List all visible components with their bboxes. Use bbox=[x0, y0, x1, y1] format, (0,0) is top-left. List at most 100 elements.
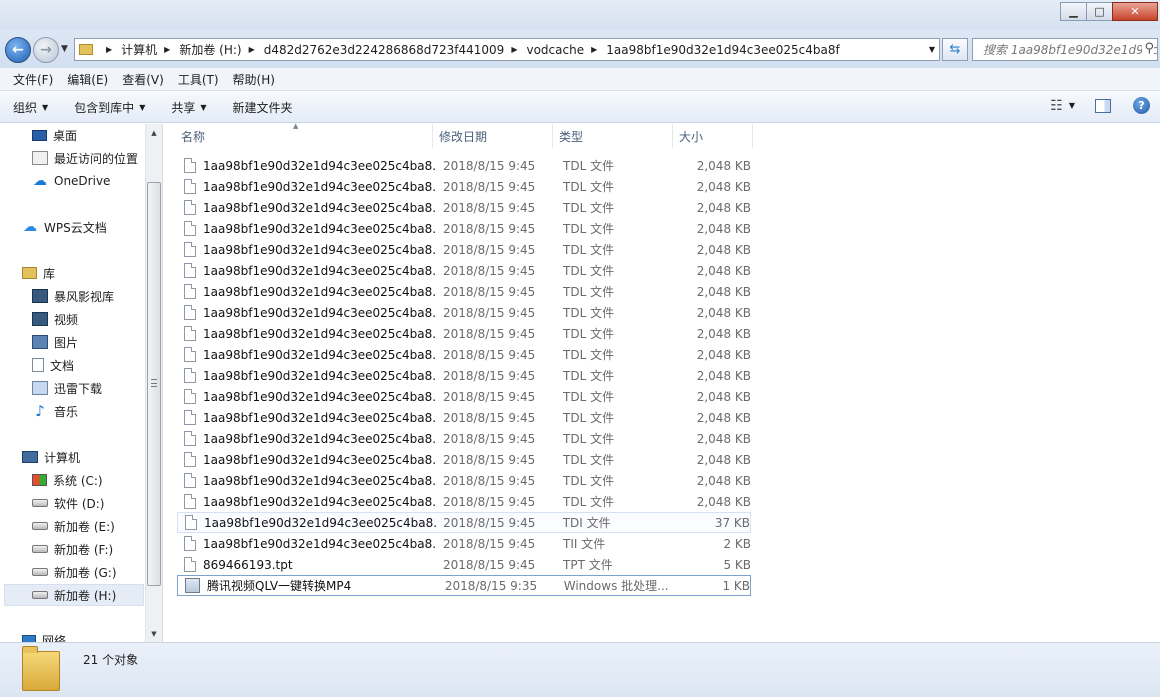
drive-icon bbox=[32, 568, 48, 576]
breadcrumb-folder-hash[interactable]: d482d2762e3d224286868d723f441009 bbox=[264, 43, 505, 57]
file-type: TII 文件 bbox=[563, 537, 606, 551]
forward-button[interactable]: → bbox=[33, 37, 59, 63]
nav-xunlei[interactable]: 迅雷下载 bbox=[32, 377, 102, 399]
file-row[interactable]: 1aa98bf1e90d32e1d94c3ee025c4ba8... 2018/8… bbox=[177, 365, 751, 386]
breadcrumb-chevron-icon[interactable]: ▶ bbox=[106, 45, 112, 54]
nav-drive-h[interactable]: 新加卷 (H:) bbox=[4, 584, 144, 606]
scroll-down-icon[interactable]: ▼ bbox=[146, 625, 162, 642]
nav-drive-d[interactable]: 软件 (D:) bbox=[32, 492, 104, 514]
file-type: TDL 文件 bbox=[563, 306, 615, 320]
file-date: 2018/8/15 9:45 bbox=[443, 452, 536, 467]
view-options-icon[interactable]: ☷ bbox=[1050, 98, 1063, 114]
file-row[interactable]: 1aa98bf1e90d32e1d94c3ee025c4ba8... 2018/8… bbox=[177, 344, 751, 365]
breadcrumb-chevron-icon[interactable]: ▶ bbox=[511, 45, 517, 54]
column-header-size[interactable]: 大小 bbox=[673, 124, 753, 148]
file-type: TDL 文件 bbox=[563, 474, 615, 488]
file-row[interactable]: 869466193.tpt 2018/8/15 9:45 TPT 文件 5 KB bbox=[177, 554, 751, 575]
scroll-up-icon[interactable]: ▲ bbox=[146, 124, 162, 141]
scrollbar-thumb[interactable] bbox=[147, 182, 161, 586]
file-row[interactable]: 1aa98bf1e90d32e1d94c3ee025c4ba8... 2018/8… bbox=[177, 176, 751, 197]
refresh-button[interactable]: ⇆ bbox=[942, 38, 968, 61]
file-row[interactable]: 1aa98bf1e90d32e1d94c3ee025c4ba8... 2018/8… bbox=[177, 512, 751, 533]
nav-drive-g[interactable]: 新加卷 (G:) bbox=[32, 561, 117, 583]
file-row[interactable]: 1aa98bf1e90d32e1d94c3ee025c4ba8... 2018/8… bbox=[177, 281, 751, 302]
menu-view[interactable]: 查看(V) bbox=[115, 71, 171, 88]
breadcrumb-chevron-icon[interactable]: ▶ bbox=[591, 45, 597, 54]
include-in-library-button[interactable]: 包含到库中 ▼ bbox=[74, 99, 145, 116]
file-date: 2018/8/15 9:45 bbox=[443, 536, 536, 551]
nav-onedrive[interactable]: ☁ OneDrive bbox=[32, 170, 110, 192]
address-dropdown-icon[interactable]: ▼ bbox=[929, 45, 935, 54]
column-header-type[interactable]: 类型 bbox=[553, 124, 673, 148]
view-dropdown-icon[interactable]: ▼ bbox=[1069, 101, 1075, 110]
file-row[interactable]: 1aa98bf1e90d32e1d94c3ee025c4ba8... 2018/8… bbox=[177, 197, 751, 218]
nav-videos[interactable]: 视频 bbox=[32, 308, 78, 330]
menu-edit[interactable]: 编辑(E) bbox=[60, 71, 115, 88]
file-row[interactable]: 1aa98bf1e90d32e1d94c3ee025c4ba8... 2018/8… bbox=[177, 428, 751, 449]
address-bar[interactable]: ▶ 计算机 ▶ 新加卷 (H:) ▶ d482d2762e3d224286868d72… bbox=[74, 38, 940, 61]
breadcrumb-vodcache[interactable]: vodcache bbox=[526, 43, 584, 57]
file-row[interactable]: 1aa98bf1e90d32e1d94c3ee025c4ba8... 2018/8… bbox=[177, 491, 751, 512]
nav-wps-cloud[interactable]: ☁ WPS云文档 bbox=[22, 216, 107, 238]
file-icon bbox=[184, 536, 196, 551]
navigation-scrollbar[interactable]: ▲ ▼ bbox=[145, 124, 162, 642]
file-row[interactable]: 1aa98bf1e90d32e1d94c3ee025c4ba8... 2018/8… bbox=[177, 260, 751, 281]
preview-pane-icon[interactable] bbox=[1095, 98, 1111, 113]
menu-file[interactable]: 文件(F) bbox=[6, 71, 60, 88]
nav-pictures[interactable]: 图片 bbox=[32, 331, 78, 353]
nav-recent-places[interactable]: 最近访问的位置 bbox=[32, 147, 138, 169]
file-size: 2,048 KB bbox=[696, 242, 751, 257]
breadcrumb-current-folder[interactable]: 1aa98bf1e90d32e1d94c3ee025c4ba8f bbox=[606, 43, 840, 57]
breadcrumb-drive-h[interactable]: 新加卷 (H:) bbox=[179, 41, 241, 58]
minimize-button[interactable]: ▁ bbox=[1060, 2, 1087, 21]
recent-pages-dropdown[interactable]: ▼ bbox=[61, 44, 68, 54]
share-button[interactable]: 共享 ▼ bbox=[171, 99, 206, 116]
close-button[interactable]: ✕ bbox=[1112, 2, 1158, 21]
column-header-name[interactable]: 名称 ▲ bbox=[175, 122, 433, 148]
file-row[interactable]: 1aa98bf1e90d32e1d94c3ee025c4ba8... 2018/8… bbox=[177, 449, 751, 470]
file-row[interactable]: 1aa98bf1e90d32e1d94c3ee025c4ba8... 2018/8… bbox=[177, 386, 751, 407]
maximize-button[interactable]: □ bbox=[1086, 2, 1113, 21]
help-icon[interactable]: ? bbox=[1133, 97, 1150, 114]
breadcrumb-chevron-icon[interactable]: ▶ bbox=[249, 45, 255, 54]
file-row[interactable]: 1aa98bf1e90d32e1d94c3ee025c4ba8... 2018/8… bbox=[177, 218, 751, 239]
breadcrumb-computer[interactable]: 计算机 bbox=[121, 41, 157, 58]
file-name: 1aa98bf1e90d32e1d94c3ee025c4ba8... bbox=[203, 200, 437, 215]
file-row[interactable]: 1aa98bf1e90d32e1d94c3ee025c4ba8... 2018/8… bbox=[177, 239, 751, 260]
back-button[interactable]: ← bbox=[5, 37, 31, 63]
file-size: 1 KB bbox=[722, 578, 750, 593]
nav-music[interactable]: ♪ 音乐 bbox=[32, 400, 78, 422]
file-row-selected[interactable]: 腾讯视频QLV一键转换MP4 2018/8/15 9:35 Windows 批处理.… bbox=[177, 575, 751, 596]
breadcrumb-chevron-icon[interactable]: ▶ bbox=[164, 45, 170, 54]
file-name: 1aa98bf1e90d32e1d94c3ee025c4ba8... bbox=[203, 368, 437, 383]
file-icon bbox=[184, 158, 196, 173]
file-row[interactable]: 1aa98bf1e90d32e1d94c3ee025c4ba8... 2018/8… bbox=[177, 533, 751, 554]
nav-network[interactable]: 网络 bbox=[22, 629, 66, 642]
search-icon[interactable]: ⚲ bbox=[1142, 41, 1154, 56]
search-input[interactable]: 搜索 1aa98bf1e90d32e1d94c3ee025c4ba8f ⚲ bbox=[972, 38, 1158, 61]
wps-cloud-icon: ☁ bbox=[23, 219, 37, 235]
file-name: 1aa98bf1e90d32e1d94c3ee025c4ba8... bbox=[203, 536, 437, 551]
nav-documents[interactable]: 文档 bbox=[32, 354, 74, 376]
menu-help[interactable]: 帮助(H) bbox=[226, 71, 282, 88]
nav-drive-e[interactable]: 新加卷 (E:) bbox=[32, 515, 115, 537]
file-row[interactable]: 1aa98bf1e90d32e1d94c3ee025c4ba8... 2018/8… bbox=[177, 407, 751, 428]
file-row[interactable]: 1aa98bf1e90d32e1d94c3ee025c4ba8... 2018/8… bbox=[177, 155, 751, 176]
new-folder-button[interactable]: 新建文件夹 bbox=[233, 99, 293, 116]
navigation-pane: 桌面 最近访问的位置 ☁ OneDrive ☁ WPS云文档 库 暴风影视库 视频 … bbox=[0, 124, 162, 642]
file-size: 5 KB bbox=[723, 557, 751, 572]
nav-drive-f[interactable]: 新加卷 (F:) bbox=[32, 538, 113, 560]
file-row[interactable]: 1aa98bf1e90d32e1d94c3ee025c4ba8... 2018/8… bbox=[177, 470, 751, 491]
file-icon bbox=[184, 242, 196, 257]
nav-computer[interactable]: 计算机 bbox=[22, 446, 80, 468]
file-row[interactable]: 1aa98bf1e90d32e1d94c3ee025c4ba8... 2018/8… bbox=[177, 302, 751, 323]
menu-tools[interactable]: 工具(T) bbox=[171, 71, 226, 88]
nav-desktop[interactable]: 桌面 bbox=[32, 124, 77, 146]
column-header-date[interactable]: 修改日期 bbox=[433, 124, 553, 148]
file-row[interactable]: 1aa98bf1e90d32e1d94c3ee025c4ba8... 2018/8… bbox=[177, 323, 751, 344]
nav-libraries[interactable]: 库 bbox=[22, 262, 55, 284]
organize-button[interactable]: 组织 ▼ bbox=[13, 99, 48, 116]
nav-drive-c[interactable]: 系统 (C:) bbox=[32, 469, 103, 491]
nav-baofeng[interactable]: 暴风影视库 bbox=[32, 285, 114, 307]
nav-label: 暴风影视库 bbox=[54, 289, 115, 304]
